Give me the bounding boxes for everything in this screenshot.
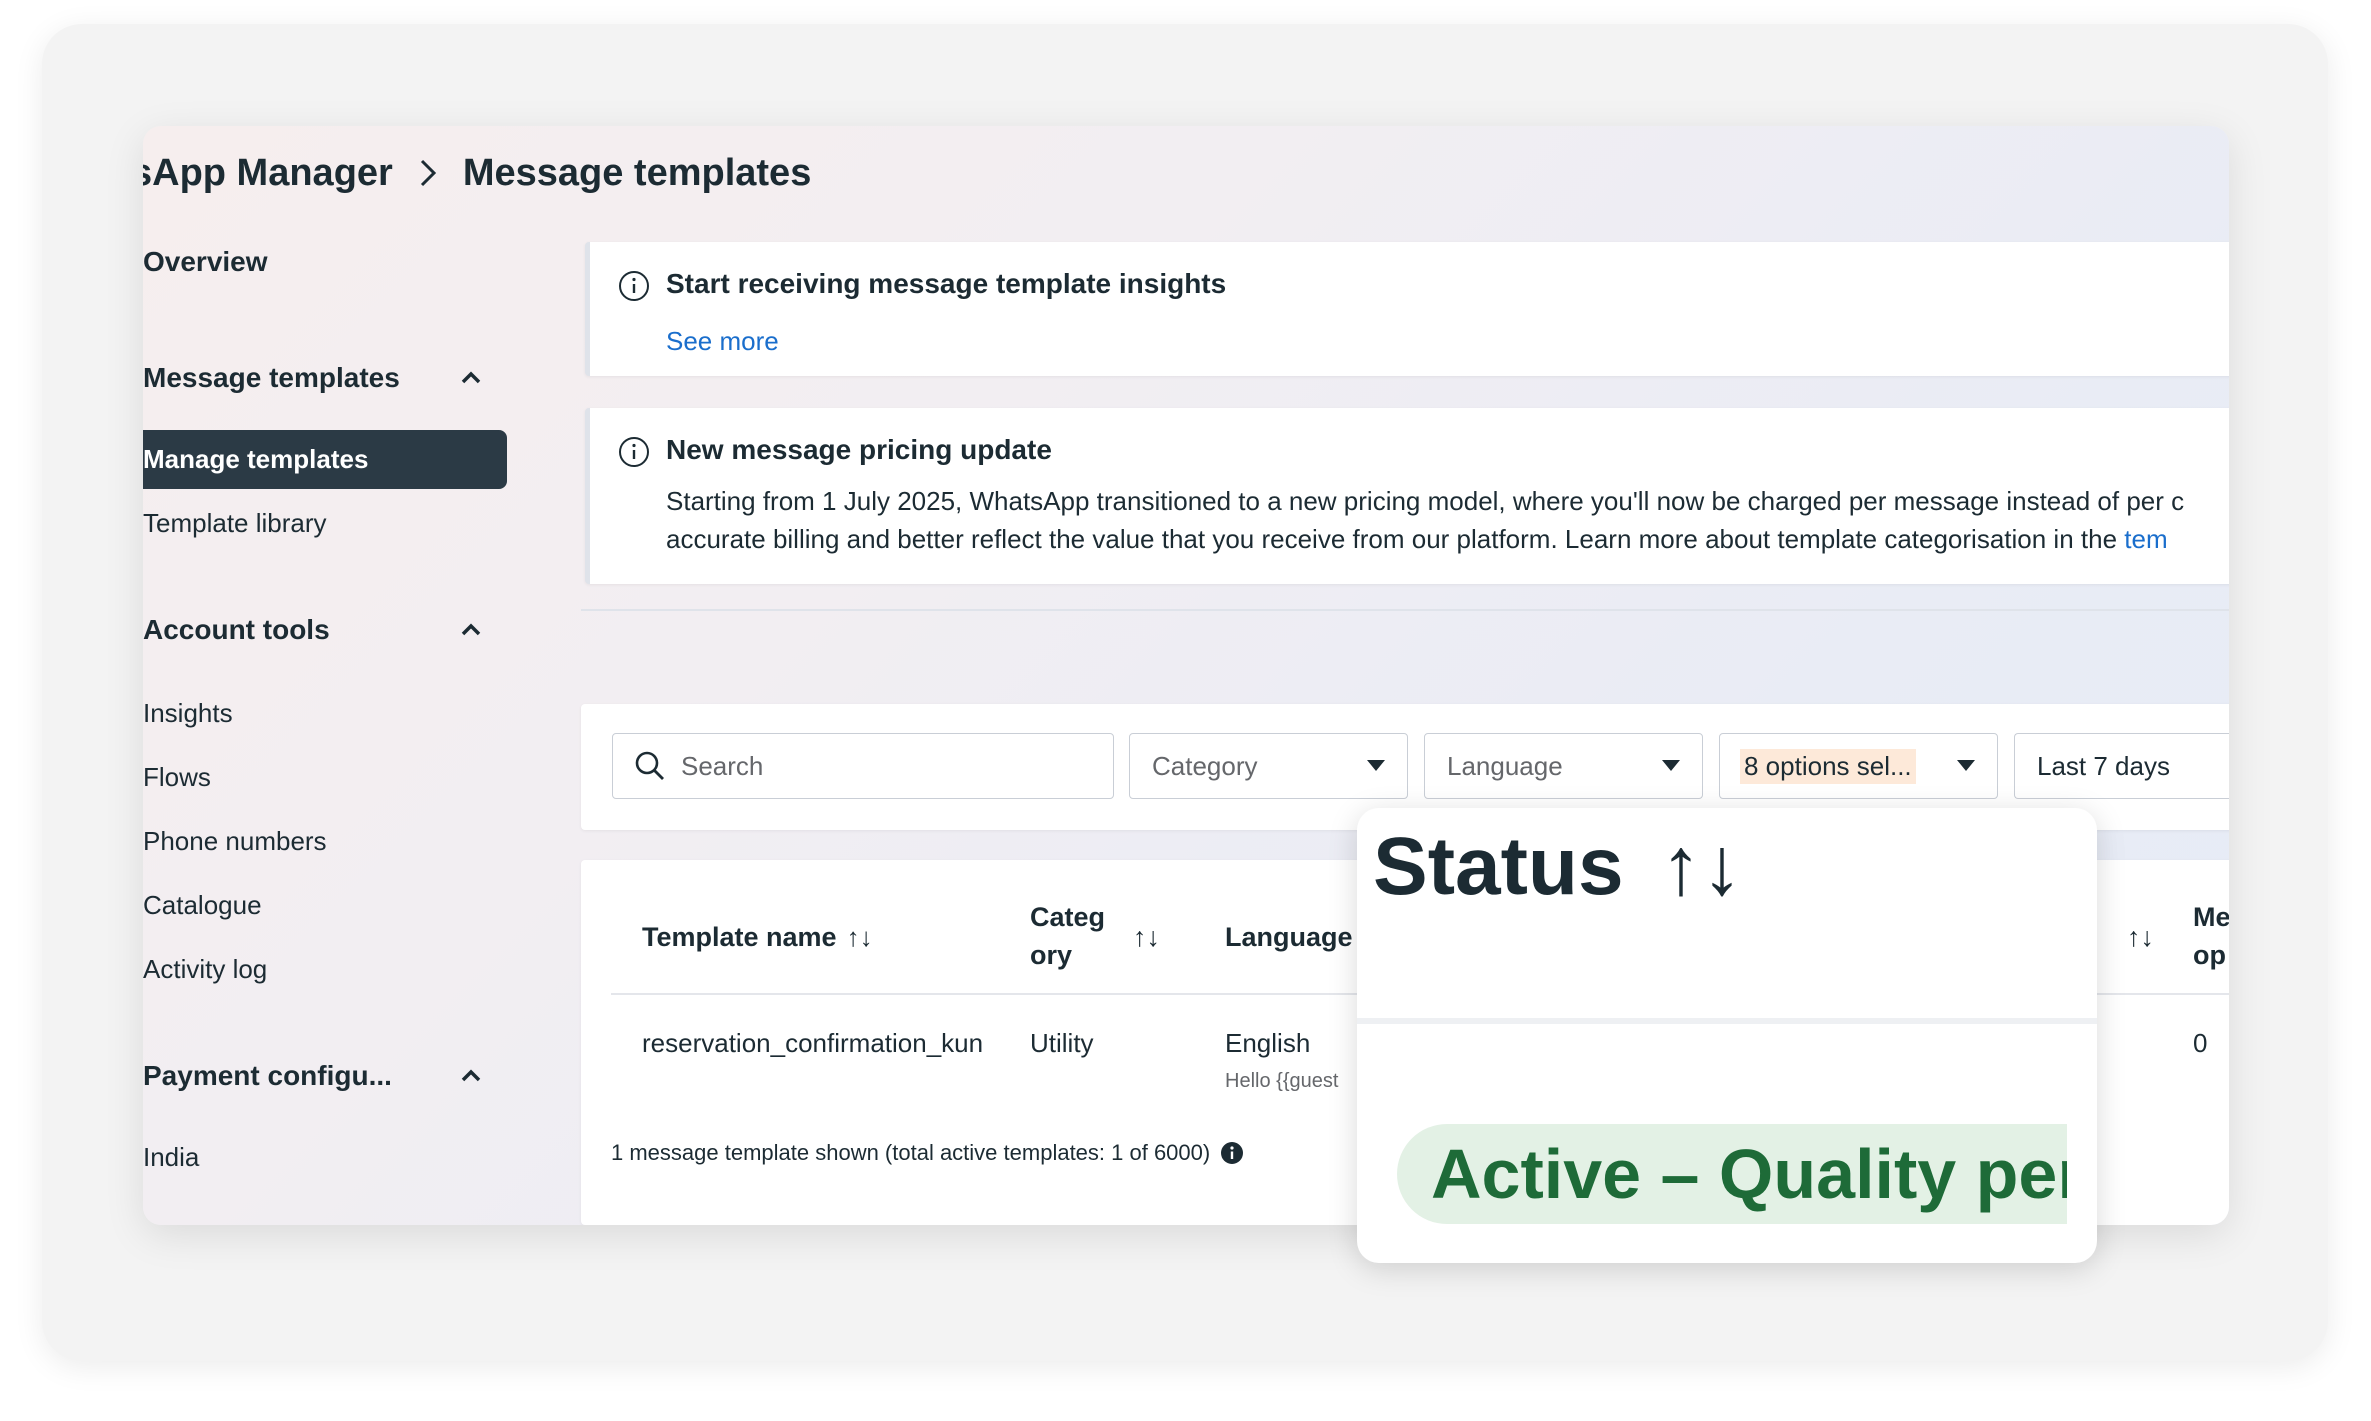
language-cell: English bbox=[1225, 1028, 1311, 1058]
header-label-line-2: op bbox=[2193, 940, 2226, 970]
header-label: Status bbox=[1373, 821, 1624, 912]
sidebar-item-overview[interactable]: Overview bbox=[143, 246, 268, 278]
header-label-line-1: Categ bbox=[1030, 902, 1106, 932]
caret-down-icon bbox=[1367, 760, 1385, 771]
category-label: Category bbox=[1152, 750, 1258, 781]
section-message-templates[interactable]: Message templates bbox=[143, 362, 483, 394]
banner-text-line-1: Starting from 1 July 2025, WhatsApp tran… bbox=[666, 486, 2185, 516]
column-header-messages[interactable]: Me op bbox=[2193, 898, 2229, 974]
status-dropdown[interactable]: 8 options sel... bbox=[1719, 733, 1998, 799]
category-dropdown[interactable]: Category bbox=[1129, 733, 1408, 799]
language-dropdown[interactable]: Language bbox=[1424, 733, 1703, 799]
caret-down-icon bbox=[1957, 760, 1975, 771]
info-icon bbox=[618, 270, 650, 302]
sidebar-item-template-library[interactable]: Template library bbox=[143, 508, 327, 539]
status-badge-text: Active – Quality pend bbox=[1431, 1135, 2067, 1213]
date-range-dropdown[interactable]: Last 7 days bbox=[2014, 733, 2229, 799]
section-divider bbox=[581, 609, 2229, 611]
sidebar-item-activity-log[interactable]: Activity log bbox=[143, 954, 267, 985]
sort-icon[interactable]: ↑↓ bbox=[2127, 918, 2154, 956]
chevron-up-icon bbox=[459, 366, 483, 390]
caret-down-icon bbox=[1662, 760, 1680, 771]
status-selection: 8 options sel... bbox=[1740, 748, 1916, 784]
sort-icon[interactable]: ↑↓ bbox=[1660, 821, 1742, 912]
pricing-update-banner: New message pricing update Starting from… bbox=[585, 408, 2229, 584]
info-filled-icon[interactable] bbox=[1220, 1141, 1244, 1165]
zoom-header-area: Status ↑↓ bbox=[1357, 808, 2097, 1024]
sidebar-item-flows[interactable]: Flows bbox=[143, 762, 211, 793]
template-preview-text: Hello {{guest bbox=[1225, 1070, 1339, 1092]
sidebar-item-phone-numbers[interactable]: Phone numbers bbox=[143, 826, 327, 857]
status-column-zoom-callout: Status ↑↓ Active – Quality pend bbox=[1357, 808, 2097, 1263]
info-icon bbox=[618, 436, 650, 468]
section-title: Payment configu... bbox=[143, 1060, 392, 1091]
search-input[interactable]: Search bbox=[612, 733, 1114, 799]
template-name-cell[interactable]: reservation_confirmation_kun bbox=[642, 1028, 983, 1059]
header-label-line-1: Me bbox=[2193, 902, 2229, 932]
status-badge: Active – Quality pend bbox=[1397, 1124, 2067, 1224]
sidebar-item-catalogue[interactable]: Catalogue bbox=[143, 890, 262, 921]
language-label: Language bbox=[1447, 750, 1563, 781]
section-account-tools[interactable]: Account tools bbox=[143, 614, 483, 646]
sidebar: Overview Message templates Manage templa… bbox=[143, 126, 523, 1225]
column-header-language[interactable]: Language bbox=[1225, 918, 1353, 956]
sort-icon[interactable]: ↑↓ bbox=[847, 922, 873, 952]
messages-cell: 0 bbox=[2193, 1028, 2208, 1058]
search-icon bbox=[633, 749, 667, 783]
banner-text: accurate billing and better reflect the … bbox=[666, 524, 2118, 554]
template-count-text: 1 message template shown (total active t… bbox=[611, 1140, 1211, 1165]
sidebar-item-label: Manage templates bbox=[143, 444, 369, 474]
date-range-label: Last 7 days bbox=[2037, 750, 2170, 781]
table-footer: 1 message template shown (total active t… bbox=[611, 1140, 1244, 1166]
section-title: Message templates bbox=[143, 362, 400, 393]
chevron-up-icon bbox=[459, 618, 483, 642]
column-header-template-name[interactable]: Template name ↑↓ bbox=[642, 918, 873, 956]
banner-title: New message pricing update bbox=[666, 434, 1052, 465]
section-payment-configuration[interactable]: Payment configu... bbox=[143, 1060, 483, 1092]
see-more-link[interactable]: See more bbox=[666, 322, 779, 360]
column-header-category[interactable]: Categ ory bbox=[1030, 898, 1105, 974]
chevron-up-icon bbox=[459, 1064, 483, 1088]
sort-icon[interactable]: ↑↓ bbox=[1133, 918, 1160, 956]
column-header-status[interactable]: Status ↑↓ bbox=[1373, 820, 1742, 914]
sidebar-item-insights[interactable]: Insights bbox=[143, 698, 233, 729]
section-title: Account tools bbox=[143, 614, 330, 645]
insights-banner: Start receiving message template insight… bbox=[585, 242, 2229, 376]
sidebar-item-manage-templates[interactable]: Manage templates bbox=[143, 430, 507, 489]
header-label-line-2: ory bbox=[1030, 940, 1073, 970]
header-label: Template name bbox=[642, 922, 837, 952]
banner-text-line-2: accurate billing and better reflect the … bbox=[666, 520, 2168, 558]
category-cell: Utility bbox=[1030, 1028, 1094, 1058]
sidebar-item-india[interactable]: India bbox=[143, 1142, 199, 1173]
banner-title: Start receiving message template insight… bbox=[666, 268, 1227, 299]
search-placeholder: Search bbox=[681, 750, 764, 781]
template-categorisation-link[interactable]: tem bbox=[2124, 524, 2167, 554]
